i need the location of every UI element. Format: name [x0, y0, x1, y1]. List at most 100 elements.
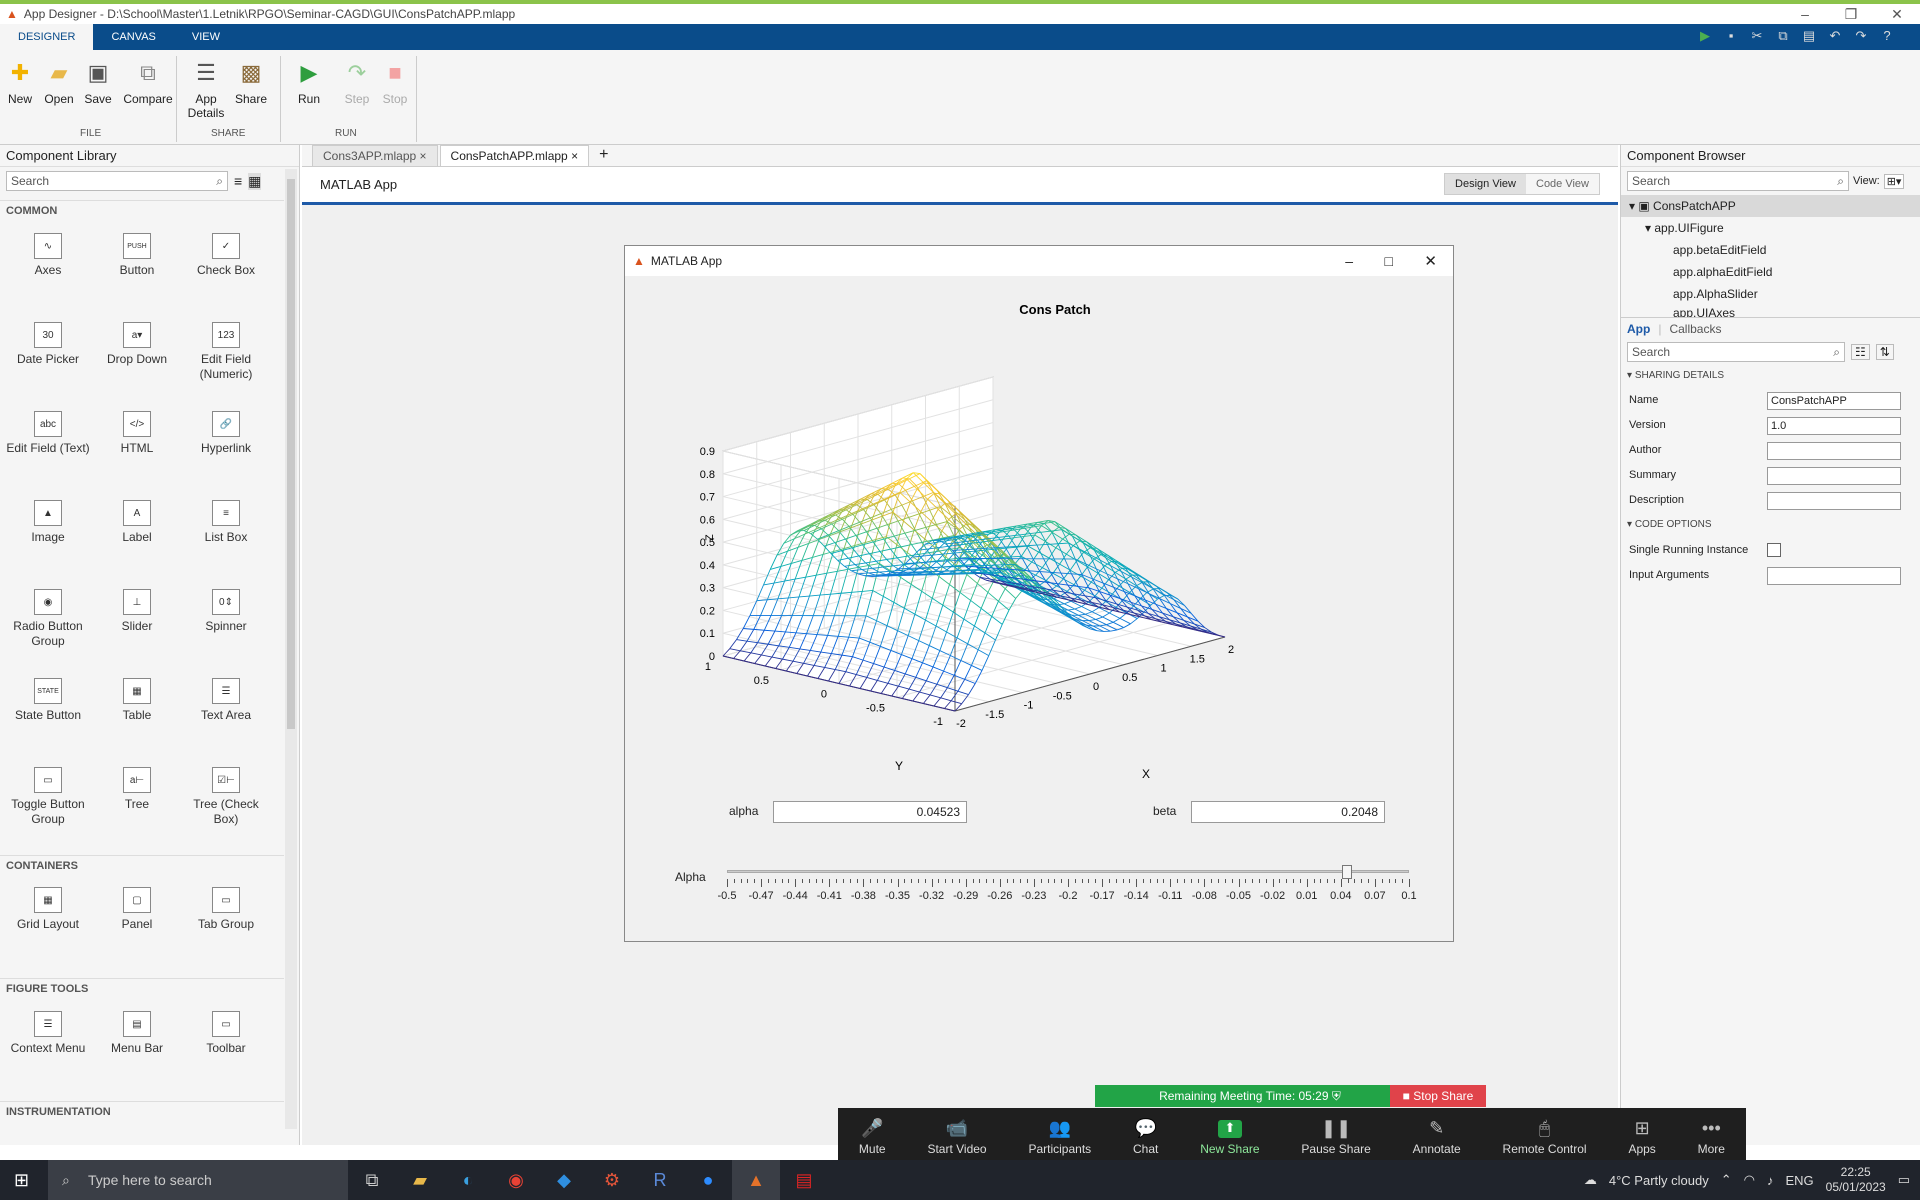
alpha-slider[interactable]: -0.5 -0.47 -0.44 -0.41 -0.38 -0.35 -0.32 -0.29-… [718, 865, 1417, 906]
redo-quick-icon[interactable]: ↷ [1852, 27, 1870, 45]
component-panel[interactable]: ▢ Panel [93, 887, 181, 932]
chrome-icon[interactable]: ◉ [492, 1160, 540, 1200]
tab-callbacks[interactable]: Callbacks [1669, 322, 1721, 336]
stop-button[interactable]: ■ Stop [369, 58, 421, 106]
minimize-icon[interactable]: – [1345, 253, 1353, 269]
zoom-share-button[interactable]: ⬆ New Share [1200, 1120, 1260, 1156]
tab-designer[interactable]: DESIGNER [0, 24, 94, 50]
tab-view[interactable]: VIEW [174, 24, 238, 50]
weather-text[interactable]: 4°C Partly cloudy [1609, 1173, 1709, 1188]
component-date-picker[interactable]: 30 Date Picker [4, 322, 92, 367]
zoom-icon[interactable]: ● [684, 1160, 732, 1200]
zoom-participants-button[interactable]: 👥 Participants [1028, 1118, 1091, 1156]
tree-node-alpha-slider[interactable]: app.AlphaSlider [1621, 283, 1920, 305]
close-icon[interactable]: × [571, 149, 578, 163]
file-explorer-icon[interactable]: ▰ [396, 1160, 444, 1200]
prop-author-field[interactable] [1767, 442, 1901, 460]
undo-quick-icon[interactable]: ↶ [1826, 27, 1844, 45]
language-indicator[interactable]: ENG [1785, 1173, 1813, 1188]
notification-icon[interactable]: ▭ [1898, 1172, 1910, 1188]
stop-share-button[interactable]: ■ Stop Share [1390, 1085, 1486, 1107]
task-view-icon[interactable]: ⧉ [348, 1160, 396, 1200]
edge-icon[interactable]: ◐ [444, 1160, 492, 1200]
code-view-button[interactable]: Code View [1526, 174, 1599, 194]
slider-track[interactable] [727, 870, 1409, 873]
property-search-input[interactable]: Search ⌕ [1627, 342, 1845, 362]
taskbar-search-input[interactable]: ⌕ Type here to search [48, 1160, 348, 1200]
zoom-video-off-button[interactable]: 📹 Start Video [927, 1118, 986, 1156]
zoom-chat-button[interactable]: 💬 Chat [1133, 1118, 1158, 1156]
code-options-header[interactable]: ▾ CODE OPTIONS [1627, 519, 1712, 530]
wifi-icon[interactable]: ◠ [1744, 1172, 1755, 1188]
tab-app[interactable]: App [1627, 322, 1650, 336]
zoom-mouse-button[interactable]: 🖱 Remote Control [1503, 1118, 1587, 1156]
prop-description-field[interactable] [1767, 492, 1901, 510]
tree-node-uifigure[interactable]: ▾ app.UIFigure [1621, 217, 1920, 239]
zoom-pen-button[interactable]: ✎ Annotate [1413, 1118, 1461, 1156]
component-edit-text[interactable]: abc Edit Field (Text) [4, 411, 92, 456]
maximize-icon[interactable]: ❐ [1828, 4, 1874, 24]
compare-button[interactable]: ⧉ Compare [122, 58, 174, 106]
beta-edit-field[interactable]: 0.2048 [1191, 801, 1385, 823]
component-image[interactable]: ▲ Image [4, 500, 92, 545]
component-toolbar[interactable]: ▭ Toolbar [182, 1011, 270, 1056]
component-radio-group[interactable]: ◉ Radio Button Group [4, 589, 92, 649]
clock[interactable]: 22:25 05/01/2023 [1826, 1165, 1886, 1195]
zoom-apps-button[interactable]: ⊞ Apps [1628, 1118, 1655, 1156]
acrobat-icon[interactable]: ▤ [780, 1160, 828, 1200]
component-axes[interactable]: ∿ Axes [4, 233, 92, 278]
copy-quick-icon[interactable]: ⧉ [1774, 27, 1792, 45]
cut-quick-icon[interactable]: ✂ [1748, 27, 1766, 45]
design-view-button[interactable]: Design View [1445, 174, 1526, 194]
library-scrollbar[interactable] [285, 169, 297, 1129]
component-slider[interactable]: ⊥ Slider [93, 589, 181, 634]
prop-summary-field[interactable] [1767, 467, 1901, 485]
add-tab-icon[interactable]: + [591, 144, 616, 166]
prop-version-field[interactable]: 1.0 [1767, 417, 1901, 435]
library-search-input[interactable]: Search ⌕ [6, 171, 228, 191]
component-table[interactable]: ▦ Table [93, 678, 181, 723]
close-icon[interactable]: ✕ [1874, 4, 1920, 24]
chevron-up-icon[interactable]: ⌃ [1721, 1172, 1732, 1188]
r-app-icon[interactable]: R [636, 1160, 684, 1200]
component-context-menu[interactable]: ☰ Context Menu [4, 1011, 92, 1056]
run-quick-icon[interactable]: ▶ [1696, 27, 1714, 45]
run-button[interactable]: ▶ Run [283, 58, 335, 106]
maximize-icon[interactable]: □ [1385, 253, 1393, 269]
help-quick-icon[interactable]: ? [1878, 27, 1896, 45]
list-view-icon[interactable]: ≡ [234, 173, 242, 189]
view-dropdown[interactable]: ⊞▾ [1883, 173, 1905, 189]
windows-start-icon[interactable]: ⊞ [14, 1170, 29, 1191]
tab-canvas[interactable]: CANVAS [93, 24, 173, 50]
component-text-area[interactable]: ☰ Text Area [182, 678, 270, 723]
component-state-button[interactable]: STATE State Button [4, 678, 92, 723]
component-button[interactable]: PUSH Button [93, 233, 181, 278]
tree-node-uiaxes[interactable]: app.UIAxes [1621, 305, 1920, 317]
component-tab-group[interactable]: ▭ Tab Group [182, 887, 270, 932]
save-quick-icon[interactable]: ▪ [1722, 27, 1740, 45]
component-spinner[interactable]: 0⇕ Spinner [182, 589, 270, 634]
component-tree-checkbox[interactable]: ☑⊢ Tree (Check Box) [182, 767, 270, 827]
single-instance-checkbox[interactable] [1767, 543, 1781, 557]
component-edit-numeric[interactable]: 123 Edit Field (Numeric) [182, 322, 270, 382]
component-drop-down[interactable]: a▾ Drop Down [93, 322, 181, 367]
component-list-box[interactable]: ≡ List Box [182, 500, 270, 545]
tree-node-beta-edit[interactable]: app.betaEditField [1621, 239, 1920, 261]
input-arguments-field[interactable] [1767, 567, 1901, 585]
matlab-taskbar-icon[interactable]: ▲ [732, 1160, 780, 1200]
component-hyperlink[interactable]: 🔗 Hyperlink [182, 411, 270, 456]
prop-name-field[interactable]: ConsPatchAPP [1767, 392, 1901, 410]
component-html[interactable]: </> HTML [93, 411, 181, 456]
close-icon[interactable]: × [420, 149, 427, 163]
paste-quick-icon[interactable]: ▤ [1800, 27, 1818, 45]
component-label[interactable]: A Label [93, 500, 181, 545]
close-icon[interactable]: ✕ [1424, 252, 1437, 270]
tree-node-root[interactable]: ▾ ▣ ConsPatchAPP [1621, 195, 1920, 217]
sharing-details-header[interactable]: ▾ SHARING DETAILS [1627, 370, 1724, 381]
share-button[interactable]: ▩ Share [225, 58, 277, 106]
browser-search-input[interactable]: Search ⌕ [1627, 171, 1849, 191]
component-toggle-group[interactable]: ▭ Toggle Button Group [4, 767, 92, 827]
save-button[interactable]: ▣ Save [72, 58, 124, 106]
tree-node-alpha-edit[interactable]: app.alphaEditField [1621, 261, 1920, 283]
sort-icon[interactable]: ⇅ [1875, 344, 1894, 360]
